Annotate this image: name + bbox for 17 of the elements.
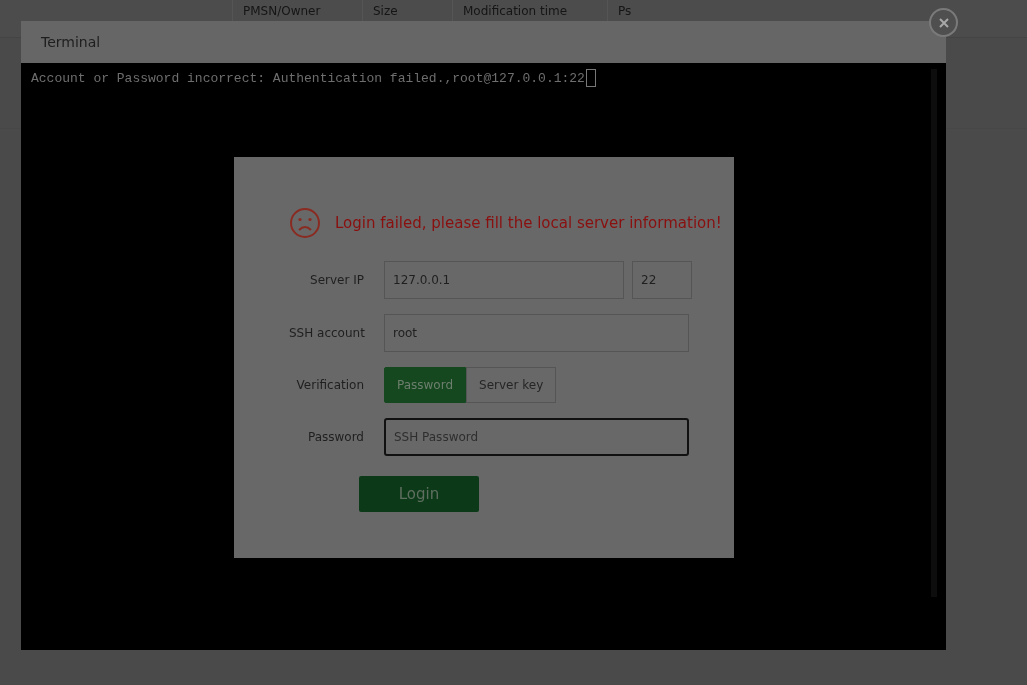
sad-face-icon xyxy=(289,207,321,239)
terminal-cursor xyxy=(585,69,596,87)
field-label: SSH account xyxy=(289,326,364,340)
port-field[interactable]: 22 xyxy=(632,261,692,299)
verification-option[interactable]: Server key xyxy=(466,367,557,403)
close-icon xyxy=(937,16,950,29)
error-message: Login failed, please fill the local server information! xyxy=(335,214,722,232)
terminal-output: Account or Password incorrect: Authentication failed.,root@127.0.0.1:22 xyxy=(31,70,585,86)
verification-option[interactable]: Password xyxy=(384,367,467,403)
server-ip-field[interactable]: 127.0.0.1 xyxy=(384,261,624,299)
field-label: Server IP xyxy=(309,273,364,287)
password-field[interactable]: SSH Password xyxy=(384,418,689,456)
field-label: Password xyxy=(306,430,364,444)
account-field[interactable]: root xyxy=(384,314,689,352)
field-label: Verification xyxy=(295,378,364,392)
window-title: Terminal xyxy=(41,34,101,50)
login-button[interactable]: Login xyxy=(359,476,479,512)
